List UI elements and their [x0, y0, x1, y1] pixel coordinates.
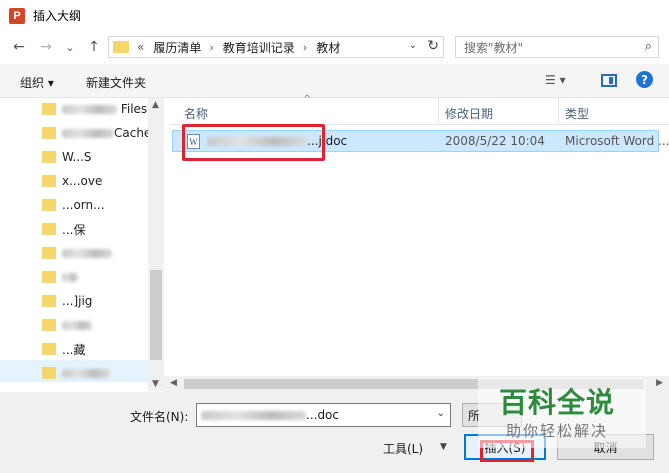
tools-menu[interactable]: 工具(L) — [383, 440, 423, 457]
chevron-down-icon[interactable]: ⌄ — [437, 408, 445, 419]
up-arrow-icon[interactable]: ↑ — [83, 36, 105, 58]
file-type: Microsoft Word ... — [565, 134, 669, 148]
chevron-right-icon[interactable]: › — [209, 41, 213, 54]
scroll-down-icon[interactable]: ▼ — [152, 379, 159, 389]
folder-icon — [113, 41, 129, 53]
folder-icon — [42, 247, 56, 259]
file-highlight-annotation — [182, 124, 325, 161]
file-list-header: ^ 名称 修改日期 类型 — [170, 94, 669, 125]
file-date: 2008/5/22 10:04 — [445, 134, 545, 148]
folder-icon — [42, 223, 56, 235]
forward-arrow-icon[interactable]: → — [35, 36, 57, 58]
filename-label: 文件名(N): — [130, 410, 189, 424]
tools-dropdown-icon[interactable]: ▼ — [440, 442, 447, 452]
powerpoint-app-icon: P — [9, 7, 25, 24]
watermark-title: 百科全说 — [499, 386, 616, 419]
nav-folder-label: x...ove — [62, 174, 103, 188]
refresh-icon[interactable]: ↻ — [427, 38, 439, 54]
column-date[interactable]: 修改日期 — [445, 105, 493, 122]
address-dropdown-icon[interactable]: ⌄ — [409, 40, 417, 51]
folder-icon — [42, 295, 56, 307]
nav-folder-item[interactable]: Files — [42, 98, 147, 120]
folder-icon — [42, 175, 56, 187]
back-arrow-icon[interactable]: ← — [8, 36, 30, 58]
nav-folder-label: ...orn... — [62, 198, 105, 212]
folder-icon — [42, 367, 56, 379]
folder-icon — [42, 199, 56, 211]
address-bar[interactable]: « 履历清单 › 教育培训记录 › 教材 ⌄ ↻ — [108, 36, 444, 58]
nav-folder-label: Files — [120, 102, 148, 116]
column-type[interactable]: 类型 — [565, 105, 589, 122]
sort-ascending-icon: ^ — [303, 94, 312, 105]
nav-folder-item[interactable]: ...]jig — [42, 290, 92, 312]
nav-folder-item[interactable]: ...藏 — [42, 338, 85, 360]
folder-icon — [42, 127, 56, 139]
folder-icon — [42, 271, 56, 283]
nav-folder-label: ...]jig — [62, 294, 93, 308]
search-placeholder: 搜索"教材" — [464, 40, 524, 55]
organize-button[interactable]: 组织 ▾ — [20, 74, 54, 91]
breadcrumb-overflow[interactable]: « — [137, 40, 144, 54]
view-options-icon[interactable]: ☰ ▾ — [545, 73, 566, 87]
nav-folder-item[interactable]: x...ove — [42, 170, 102, 192]
nav-folder-label: ...藏 — [62, 342, 86, 357]
column-divider[interactable] — [558, 98, 559, 125]
folder-icon — [42, 151, 56, 163]
preview-pane-icon[interactable] — [601, 74, 617, 87]
scroll-right-icon[interactable]: ▶ — [656, 378, 663, 388]
folder-icon — [42, 103, 56, 115]
nav-folder-item[interactable]: ...保 — [42, 218, 85, 240]
filename-value: ...doc — [306, 408, 339, 422]
breadcrumb-item[interactable]: 履历清单 — [153, 39, 201, 56]
window-title: 插入大纲 — [33, 9, 82, 23]
navigation-pane-scrollbar[interactable]: ▲ ▼ — [148, 98, 164, 391]
folder-icon — [42, 319, 56, 331]
nav-folder-item[interactable] — [42, 266, 78, 288]
nav-folder-item-selected[interactable] — [42, 362, 110, 384]
folder-icon — [42, 343, 56, 355]
breadcrumb-item[interactable]: 教育培训记录 — [223, 39, 295, 56]
help-icon[interactable]: ? — [636, 71, 653, 88]
search-input[interactable]: 搜索"教材" ⌕ — [455, 36, 659, 58]
scrollbar-thumb[interactable] — [150, 270, 162, 360]
breadcrumb-item[interactable]: 教材 — [316, 39, 340, 56]
nav-folder-item[interactable]: W...S — [42, 146, 92, 168]
search-icon[interactable]: ⌕ — [645, 39, 652, 54]
title-bar: P 插入大纲 — [0, 0, 669, 31]
column-name[interactable]: 名称 — [184, 105, 208, 122]
nav-folder-label: W...S — [62, 150, 92, 164]
scroll-up-icon[interactable]: ▲ — [152, 100, 159, 110]
chevron-right-icon[interactable]: › — [303, 41, 307, 54]
command-toolbar: 组织 ▾ 新建文件夹 ☰ ▾ ? — [0, 64, 669, 98]
nav-folder-item[interactable]: ...orn... — [42, 194, 105, 216]
filename-input[interactable]: ...doc ⌄ — [196, 403, 451, 427]
scroll-left-icon[interactable]: ◀ — [170, 378, 177, 388]
recent-locations-chevron-icon[interactable]: ⌄ — [59, 36, 81, 58]
column-divider[interactable] — [438, 98, 439, 125]
watermark-subtitle: 助你轻松解决 — [506, 422, 609, 440]
new-folder-button[interactable]: 新建文件夹 — [86, 74, 146, 91]
nav-folder-label: ...保 — [62, 222, 86, 237]
nav-folder-item[interactable]: Cache — [42, 122, 151, 144]
nav-folder-item[interactable] — [42, 314, 92, 336]
nav-folder-label: Cache — [114, 126, 152, 140]
navigation-pane: Files Cache W...S x...ove ...orn... ...保… — [0, 98, 164, 391]
nav-folder-item[interactable] — [42, 242, 112, 264]
